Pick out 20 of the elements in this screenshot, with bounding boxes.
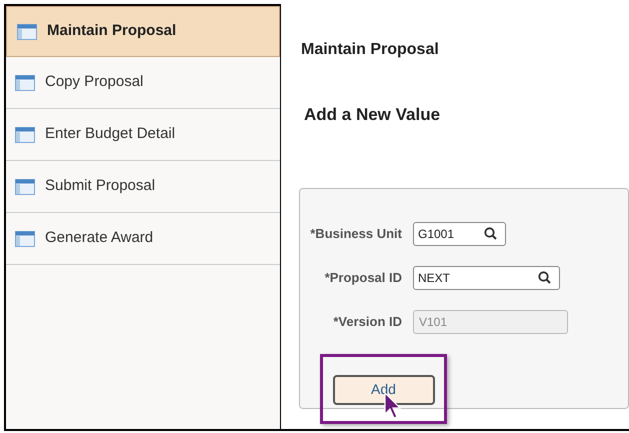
input-field[interactable]: NEXT [413,266,560,290]
input-field[interactable]: G1001 [413,222,506,246]
field-label: *Version ID [332,312,403,331]
window-icon [15,178,35,194]
window-icon [15,126,35,142]
window-icon [17,24,37,40]
window-icon [15,230,35,246]
page-title: Maintain Proposal [301,40,440,60]
add-button[interactable]: Add [332,374,434,404]
page-subtitle: Add a New Value [304,104,442,126]
window-icon [15,74,35,90]
sidebar-item[interactable]: Maintain Proposal [6,6,280,57]
field-label: *Business Unit [309,224,403,243]
sidebar-item[interactable]: Generate Award [6,213,280,265]
field-label: *Proposal ID [324,268,403,287]
search-icon[interactable] [484,227,497,240]
sidebar-item[interactable]: Submit Proposal [6,161,280,213]
search-icon[interactable] [538,271,551,284]
sidebar-item[interactable]: Copy Proposal [6,57,280,109]
sidebar-item[interactable]: Enter Budget Detail [6,109,280,161]
